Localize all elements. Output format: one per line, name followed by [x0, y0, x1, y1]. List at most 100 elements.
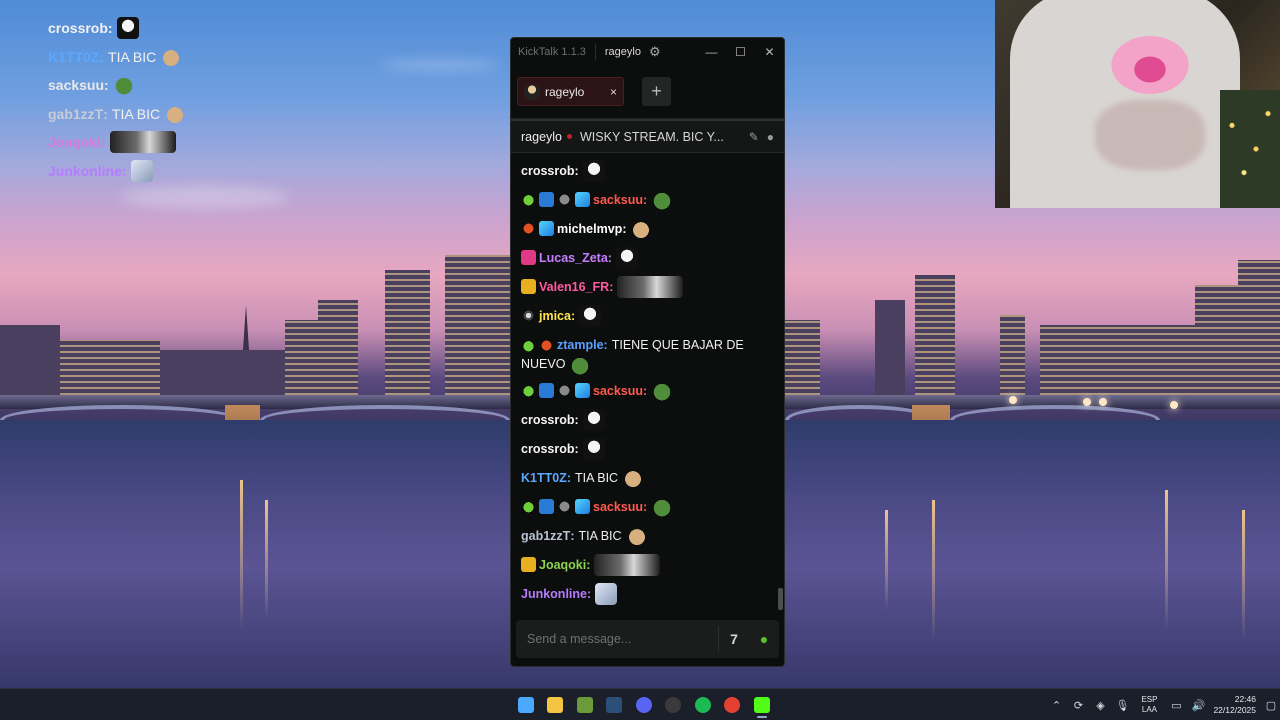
- chat-message[interactable]: Junkonline:: [521, 579, 774, 608]
- title-bar[interactable]: KickTalk 1.1.3 rageylo ⚙ — ☐ ✕: [511, 38, 784, 65]
- emote-icon: [595, 582, 618, 605]
- notification-icon[interactable]: ▢: [1262, 692, 1280, 718]
- discord-icon[interactable]: [629, 692, 659, 718]
- language-indicator[interactable]: ESP LAA: [1141, 695, 1157, 715]
- colon: :: [121, 162, 127, 179]
- chat-message[interactable]: Joaqoki:: [521, 550, 774, 579]
- kicktalk-glyph: [753, 697, 770, 713]
- chat-message[interactable]: Valen16_FR:: [521, 272, 774, 301]
- network-icon[interactable]: ▭: [1165, 692, 1187, 718]
- close-button[interactable]: ✕: [755, 38, 784, 65]
- chat-message[interactable]: Lucas_Zeta:: [521, 243, 774, 272]
- bridge-light: [1083, 398, 1091, 406]
- pink-badge-icon: [521, 250, 536, 265]
- add-tab-button[interactable]: +: [642, 77, 671, 106]
- file-explorer-icon[interactable]: [541, 692, 571, 718]
- chat-username[interactable]: Lucas_Zeta: [539, 251, 608, 265]
- close-tab-icon[interactable]: ×: [610, 85, 617, 99]
- chat-username[interactable]: ztample: [557, 338, 604, 352]
- tab-rageylo[interactable]: rageylo ×: [517, 77, 624, 106]
- chat-username[interactable]: sacksuu: [593, 500, 643, 514]
- windows-start-icon[interactable]: [511, 692, 541, 718]
- chat-username[interactable]: crossrob: [521, 442, 575, 456]
- bot-badge-icon: [521, 499, 536, 514]
- spotify-icon[interactable]: [688, 692, 718, 718]
- chat-message[interactable]: michelmvp:: [521, 214, 774, 243]
- file-explorer-glyph: [547, 697, 564, 713]
- colon: :: [622, 221, 627, 236]
- colon: :: [570, 528, 575, 543]
- obs-icon[interactable]: [659, 692, 689, 718]
- minecraft-icon[interactable]: [570, 692, 600, 718]
- maximize-button[interactable]: ☐: [726, 38, 755, 65]
- overlay-chat-line: Joaqoki:: [48, 128, 248, 157]
- kick-emote-icon[interactable]: 7: [719, 624, 749, 654]
- cube-badge-icon: [575, 192, 590, 207]
- emote-icon: [582, 159, 605, 182]
- emote-icon: [579, 304, 602, 327]
- channel-name[interactable]: rageylo: [521, 130, 562, 144]
- colon: :: [586, 557, 591, 572]
- webcam-feed: [995, 0, 1280, 208]
- chat-username[interactable]: Valen16_FR: [539, 280, 609, 294]
- overlay-chat-line: crossrob:: [48, 14, 248, 43]
- colon: :: [103, 105, 108, 122]
- colon: :: [643, 383, 648, 398]
- steam-icon[interactable]: [600, 692, 630, 718]
- kicktalk-icon[interactable]: [747, 692, 777, 718]
- chat-username[interactable]: Joaqoki: [539, 558, 586, 572]
- sync-icon[interactable]: ⟳: [1067, 692, 1089, 718]
- spotify-glyph: [694, 697, 711, 713]
- title-separator: [594, 43, 596, 60]
- chat-message[interactable]: crossrob:: [521, 434, 774, 463]
- pin-icon[interactable]: ✎: [749, 130, 759, 144]
- overlay-message-text: TIA BIC: [108, 48, 157, 65]
- chat-username[interactable]: crossrob: [521, 413, 575, 427]
- emote-icon: [615, 246, 638, 269]
- stream-overlay-chat: crossrob: K1TT0Z: TIA BIC sacksuu: gab1zzT: T…: [48, 14, 248, 185]
- emote-icon: [622, 466, 645, 489]
- chat-username[interactable]: sacksuu: [593, 384, 643, 398]
- microphone-icon[interactable]: 🎙: [1111, 692, 1133, 718]
- cube-badge-icon: [575, 499, 590, 514]
- chat-username[interactable]: sacksuu: [593, 193, 643, 207]
- emote-icon: [569, 354, 592, 376]
- overlay-chat-line: K1TT0Z: TIA BIC: [48, 43, 248, 72]
- chat-message[interactable]: crossrob:: [521, 405, 774, 434]
- chat-message[interactable]: sacksuu:: [521, 376, 774, 405]
- clock[interactable]: 22:46 22/12/2025: [1213, 694, 1256, 716]
- minimize-button[interactable]: —: [697, 38, 726, 65]
- gear-icon[interactable]: ⚙: [649, 44, 661, 60]
- tab-label: rageylo: [545, 84, 585, 99]
- logged-in-user[interactable]: rageylo: [605, 46, 641, 58]
- shirt-graphic: [1090, 20, 1210, 110]
- chat-messages[interactable]: crossrob: sacksuu: michelmvp: Lucas_Zeta: Va…: [511, 156, 784, 610]
- chat-username[interactable]: michelmvp: [557, 222, 622, 236]
- chat-message[interactable]: jmica:: [521, 301, 774, 330]
- taskbar: ⌃ ⟳ ◈ 🎙 ESP LAA ▭ 🔊 22:46 22/12/2025 ▢: [0, 688, 1280, 720]
- volume-icon[interactable]: 🔊: [1187, 692, 1209, 718]
- chrome-icon[interactable]: [718, 692, 748, 718]
- chat-username[interactable]: gab1zzT: [521, 529, 570, 543]
- message-input[interactable]: [516, 620, 718, 658]
- chat-message[interactable]: sacksuu:: [521, 492, 774, 521]
- chrome-glyph: [724, 697, 741, 713]
- message-input-box: 7 ●: [516, 620, 779, 658]
- chat-message[interactable]: K1TT0Z: TIA BIC: [521, 463, 774, 492]
- emote-icon: [160, 45, 183, 68]
- chat-message[interactable]: crossrob:: [521, 156, 774, 185]
- chat-username[interactable]: crossrob: [521, 164, 575, 178]
- chat-username[interactable]: K1TT0Z: [521, 471, 567, 485]
- chat-message[interactable]: gab1zzT: TIA BIC: [521, 521, 774, 550]
- chat-message[interactable]: ztample: TIENE QUE BAJAR DE NUEVO: [521, 330, 774, 376]
- gray-badge-icon: [557, 192, 572, 207]
- shield-icon[interactable]: ◈: [1089, 692, 1111, 718]
- chat-scrollbar[interactable]: [778, 588, 783, 610]
- chat-username[interactable]: Junkonline: [521, 587, 587, 601]
- user-icon[interactable]: ●: [767, 130, 774, 144]
- chevron-up-icon[interactable]: ⌃: [1045, 692, 1067, 718]
- emote-picker-icon[interactable]: ●: [749, 624, 779, 654]
- christmas-lights: [1220, 90, 1280, 208]
- chat-username[interactable]: jmica: [539, 309, 571, 323]
- chat-message[interactable]: sacksuu:: [521, 185, 774, 214]
